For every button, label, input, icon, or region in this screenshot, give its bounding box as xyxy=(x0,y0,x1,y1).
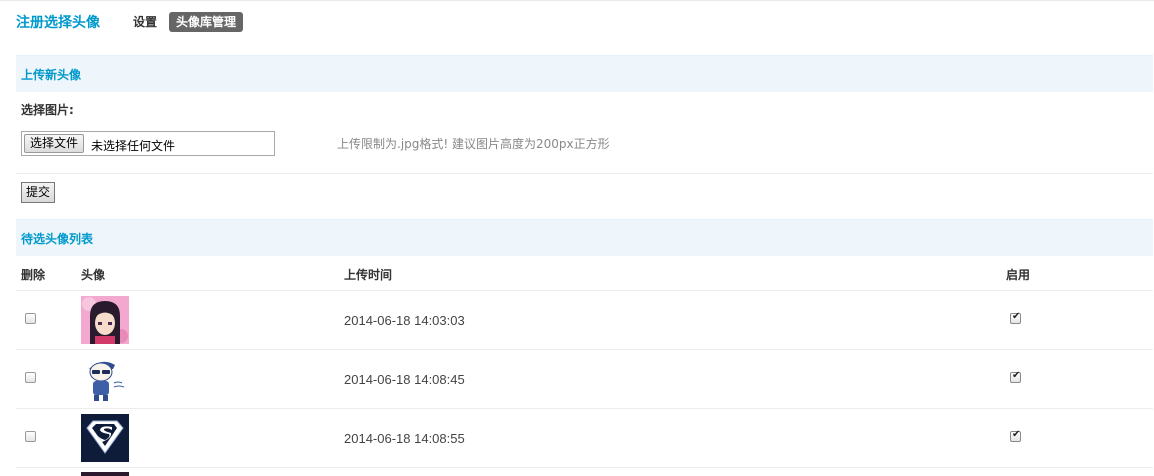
table-row: 2014-06-18 14:03:03 ✔ xyxy=(16,290,1153,350)
enabled-checkbox[interactable]: ✔ xyxy=(1010,429,1021,442)
choose-file-button[interactable]: 选择文件 xyxy=(24,134,85,153)
upload-hint: 上传限制为.jpg格式! 建议图片高度为200px正方形 xyxy=(337,137,610,151)
delete-checkbox[interactable] xyxy=(25,431,36,442)
upload-time: 2014-06-18 14:08:45 xyxy=(344,372,465,387)
file-status-text: 未选择任何文件 xyxy=(91,139,176,153)
delete-checkbox[interactable] xyxy=(25,372,36,383)
anime-girl-avatar xyxy=(81,296,129,344)
top-bar: 注册选择头像 设置 头像库管理 xyxy=(0,0,1154,45)
column-header-enabled: 启用 xyxy=(1006,268,1031,282)
check-icon: ✔ xyxy=(1012,311,1021,322)
avatar-list-section-title: 待选头像列表 xyxy=(21,232,94,246)
column-header-delete: 删除 xyxy=(21,268,46,282)
avatar-thumbnail xyxy=(81,472,129,476)
enabled-checkbox[interactable]: ✔ xyxy=(1010,370,1021,383)
check-icon: ✔ xyxy=(1012,429,1021,440)
superman-logo-avatar xyxy=(81,414,129,462)
enabled-checkbox[interactable]: ✔ xyxy=(1010,311,1021,324)
upload-time: 2014-06-18 14:03:03 xyxy=(344,313,465,328)
file-input[interactable]: 选择文件 未选择任何文件 xyxy=(21,131,275,156)
avatar-list-section-header: 待选头像列表 xyxy=(16,219,1153,256)
delete-checkbox[interactable] xyxy=(25,313,36,324)
choose-image-label: 选择图片: xyxy=(21,103,74,117)
check-icon: ✔ xyxy=(1012,370,1021,381)
upload-time: 2014-06-18 14:08:55 xyxy=(344,431,465,446)
column-header-avatar: 头像 xyxy=(81,268,106,282)
divider xyxy=(16,173,1153,174)
tab-settings[interactable]: 设置 xyxy=(133,12,157,32)
upload-section-header: 上传新头像 xyxy=(16,55,1153,92)
table-row: 2014-06-18 14:08:45 ✔ xyxy=(16,349,1153,409)
app-title: 注册选择头像 xyxy=(16,15,100,31)
column-header-upload-time: 上传时间 xyxy=(344,268,393,282)
tab-avatar-library[interactable]: 头像库管理 xyxy=(169,12,244,32)
table-row: 2014-06-18 14:08:55 ✔ xyxy=(16,408,1153,468)
submit-button[interactable]: 提交 xyxy=(21,182,56,203)
cartoon-boy-avatar xyxy=(81,355,129,403)
upload-section-title: 上传新头像 xyxy=(21,68,82,82)
